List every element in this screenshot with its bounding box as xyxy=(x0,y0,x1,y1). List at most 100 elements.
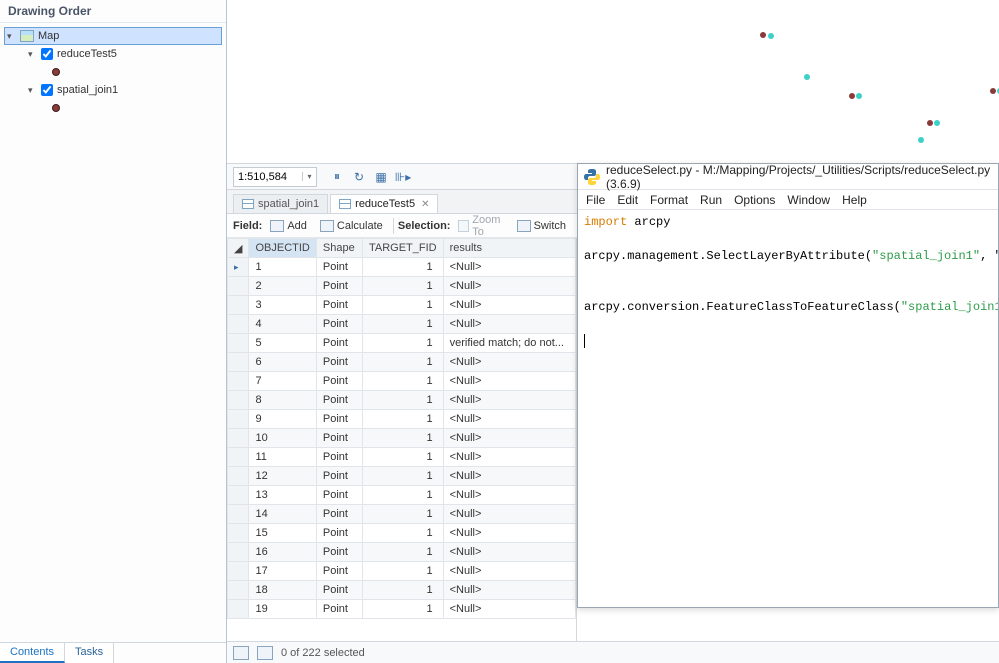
attr-tab-reduceTest5[interactable]: reduceTest5 ✕ xyxy=(330,194,438,213)
cell-target-fid[interactable]: 1 xyxy=(362,429,443,448)
row-header[interactable] xyxy=(228,524,249,543)
attribute-table[interactable]: ◢ OBJECTID Shape TARGET_FID results 1Poi… xyxy=(227,238,577,641)
row-header[interactable] xyxy=(228,600,249,619)
cell-objectid[interactable]: 8 xyxy=(249,391,316,410)
scale-input[interactable] xyxy=(234,168,302,186)
cell-target-fid[interactable]: 1 xyxy=(362,600,443,619)
cell-target-fid[interactable]: 1 xyxy=(362,486,443,505)
col-objectid[interactable]: OBJECTID xyxy=(249,239,316,258)
table-row[interactable]: 14Point1<Null> xyxy=(228,505,576,524)
table-row[interactable]: 8Point1<Null> xyxy=(228,391,576,410)
cell-objectid[interactable]: 13 xyxy=(249,486,316,505)
cell-shape[interactable]: Point xyxy=(316,429,362,448)
cell-shape[interactable]: Point xyxy=(316,410,362,429)
menu-options[interactable]: Options xyxy=(734,193,775,207)
cell-results[interactable]: <Null> xyxy=(443,505,575,524)
cell-target-fid[interactable]: 1 xyxy=(362,581,443,600)
map-point[interactable] xyxy=(918,137,924,143)
cell-target-fid[interactable]: 1 xyxy=(362,334,443,353)
table-row[interactable]: 13Point1<Null> xyxy=(228,486,576,505)
cell-results[interactable]: <Null> xyxy=(443,353,575,372)
cell-target-fid[interactable]: 1 xyxy=(362,467,443,486)
row-header[interactable] xyxy=(228,486,249,505)
table-row[interactable]: 12Point1<Null> xyxy=(228,467,576,486)
cell-target-fid[interactable]: 1 xyxy=(362,315,443,334)
table-row[interactable]: 9Point1<Null> xyxy=(228,410,576,429)
map-point[interactable] xyxy=(934,120,940,126)
row-header[interactable] xyxy=(228,296,249,315)
row-header[interactable] xyxy=(228,334,249,353)
row-header-corner[interactable]: ◢ xyxy=(228,239,249,258)
row-header[interactable] xyxy=(228,448,249,467)
table-row[interactable]: 16Point1<Null> xyxy=(228,543,576,562)
row-header[interactable] xyxy=(228,562,249,581)
layer-checkbox[interactable] xyxy=(41,84,53,96)
cell-objectid[interactable]: 18 xyxy=(249,581,316,600)
cell-results[interactable]: <Null> xyxy=(443,524,575,543)
menu-run[interactable]: Run xyxy=(700,193,722,207)
collapse-icon[interactable]: ▾ xyxy=(7,32,16,41)
idle-titlebar[interactable]: reduceSelect.py - M:/Mapping/Projects/_U… xyxy=(578,164,998,190)
col-results[interactable]: results xyxy=(443,239,575,258)
cell-results[interactable]: <Null> xyxy=(443,600,575,619)
cell-shape[interactable]: Point xyxy=(316,543,362,562)
cell-target-fid[interactable]: 1 xyxy=(362,505,443,524)
row-header[interactable] xyxy=(228,277,249,296)
row-header[interactable] xyxy=(228,353,249,372)
table-row[interactable]: 5Point1verified match; do not... xyxy=(228,334,576,353)
cell-objectid[interactable]: 15 xyxy=(249,524,316,543)
table-row[interactable]: 6Point1<Null> xyxy=(228,353,576,372)
table-row[interactable]: 18Point1<Null> xyxy=(228,581,576,600)
row-header[interactable] xyxy=(228,543,249,562)
cell-objectid[interactable]: 11 xyxy=(249,448,316,467)
cell-shape[interactable]: Point xyxy=(316,505,362,524)
cell-results[interactable]: verified match; do not... xyxy=(443,334,575,353)
zoom-to-button[interactable]: Zoom To xyxy=(453,211,508,241)
map-node[interactable]: ▾ Map xyxy=(4,27,222,45)
table-row[interactable]: 4Point1<Null> xyxy=(228,315,576,334)
table-row[interactable]: 19Point1<Null> xyxy=(228,600,576,619)
cell-results[interactable]: <Null> xyxy=(443,448,575,467)
cell-results[interactable]: <Null> xyxy=(443,429,575,448)
table-row[interactable]: 15Point1<Null> xyxy=(228,524,576,543)
row-header[interactable] xyxy=(228,467,249,486)
menu-file[interactable]: File xyxy=(586,193,605,207)
cell-results[interactable]: <Null> xyxy=(443,467,575,486)
layer-checkbox[interactable] xyxy=(41,48,53,60)
cell-shape[interactable]: Point xyxy=(316,258,362,277)
map-point[interactable] xyxy=(990,88,996,94)
layer-spatial_join1[interactable]: ▾ spatial_join1 xyxy=(26,81,222,99)
cell-shape[interactable]: Point xyxy=(316,448,362,467)
col-target-fid[interactable]: TARGET_FID xyxy=(362,239,443,258)
cell-objectid[interactable]: 12 xyxy=(249,467,316,486)
cell-results[interactable]: <Null> xyxy=(443,581,575,600)
pause-drawing-icon[interactable]: ⏸ xyxy=(327,167,347,187)
cell-shape[interactable]: Point xyxy=(316,391,362,410)
cell-shape[interactable]: Point xyxy=(316,467,362,486)
calculate-button[interactable]: Calculate xyxy=(315,217,388,235)
cell-target-fid[interactable]: 1 xyxy=(362,543,443,562)
refresh-icon[interactable]: ↻ xyxy=(349,167,369,187)
row-header[interactable] xyxy=(228,315,249,334)
cell-target-fid[interactable]: 1 xyxy=(362,296,443,315)
filter-icon[interactable] xyxy=(233,646,249,660)
cell-target-fid[interactable]: 1 xyxy=(362,258,443,277)
cell-results[interactable]: <Null> xyxy=(443,562,575,581)
cell-shape[interactable]: Point xyxy=(316,600,362,619)
menu-edit[interactable]: Edit xyxy=(617,193,638,207)
cell-objectid[interactable]: 19 xyxy=(249,600,316,619)
table-row[interactable]: 10Point1<Null> xyxy=(228,429,576,448)
row-header[interactable] xyxy=(228,581,249,600)
cell-objectid[interactable]: 16 xyxy=(249,543,316,562)
tab-tasks[interactable]: Tasks xyxy=(65,643,114,663)
cell-results[interactable]: <Null> xyxy=(443,410,575,429)
cell-objectid[interactable]: 5 xyxy=(249,334,316,353)
cell-shape[interactable]: Point xyxy=(316,315,362,334)
cell-results[interactable]: <Null> xyxy=(443,296,575,315)
collapse-icon[interactable]: ▾ xyxy=(28,86,37,95)
cell-target-fid[interactable]: 1 xyxy=(362,448,443,467)
cell-objectid[interactable]: 7 xyxy=(249,372,316,391)
cell-target-fid[interactable]: 1 xyxy=(362,410,443,429)
cell-shape[interactable]: Point xyxy=(316,486,362,505)
add-field-button[interactable]: Add xyxy=(265,217,312,235)
